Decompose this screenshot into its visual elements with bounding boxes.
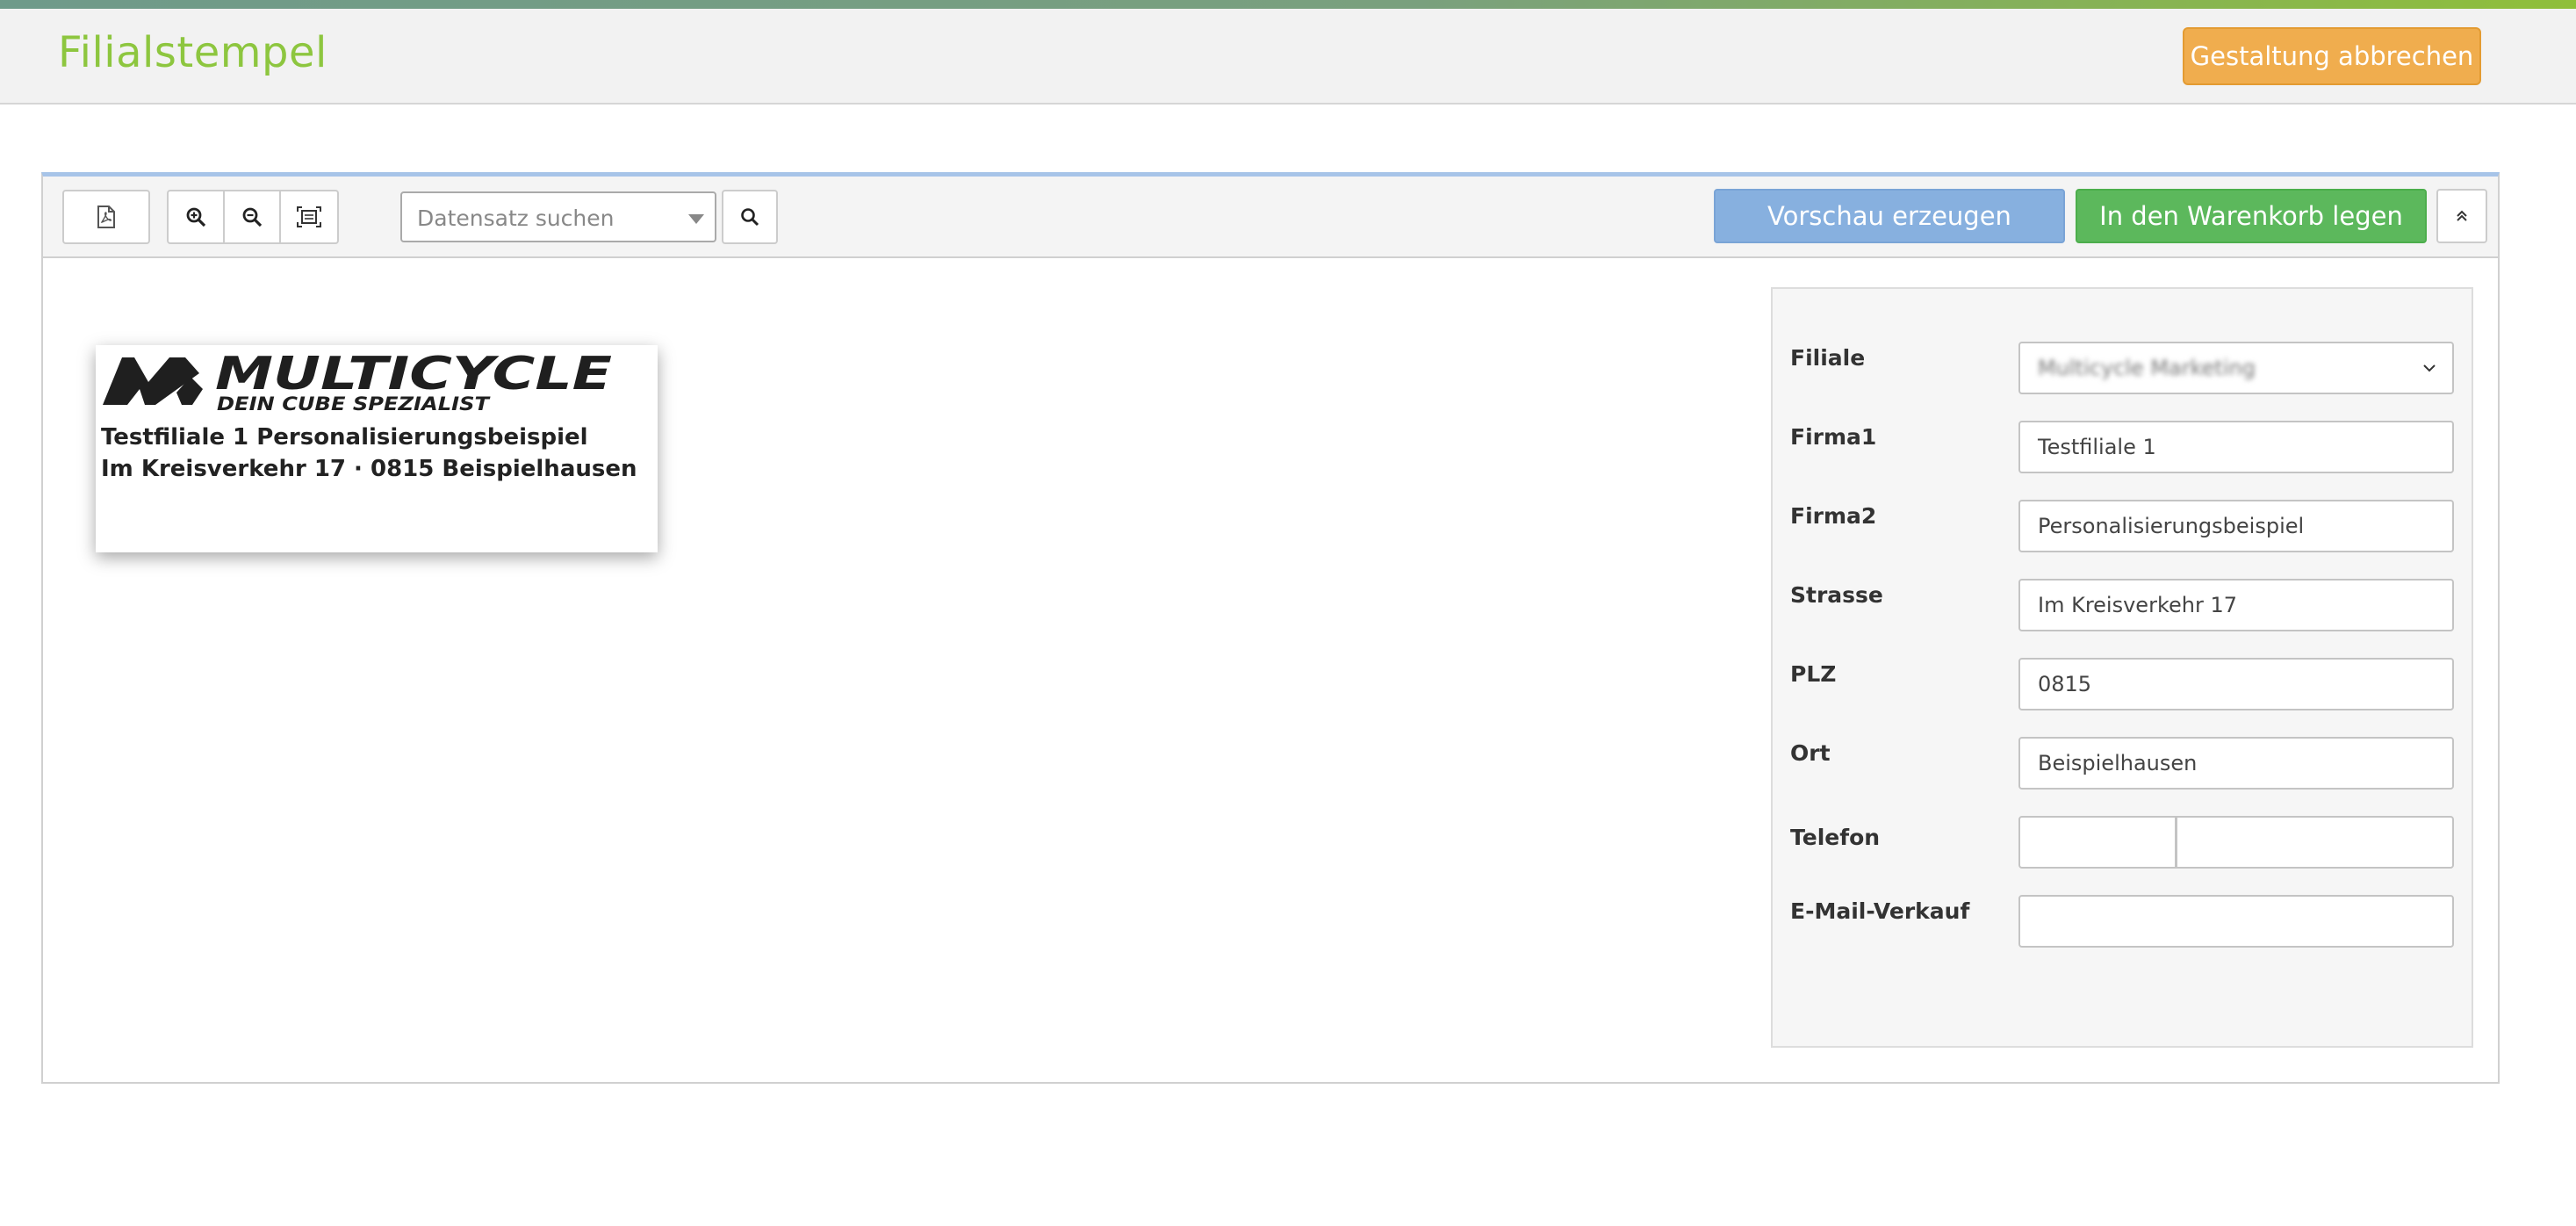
collapse-toolbar-button[interactable] — [2436, 189, 2487, 243]
telefon-prefix-field[interactable] — [2018, 816, 2177, 869]
form-row-email: E-Mail-Verkauf — [1773, 895, 2472, 951]
pdf-file-icon — [97, 206, 115, 228]
zoom-in-button[interactable] — [167, 190, 225, 244]
caret-down-icon — [688, 214, 704, 224]
filiale-label: Filiale — [1790, 345, 1866, 371]
dataset-search-select[interactable]: Datensatz suchen — [400, 191, 716, 242]
svg-text:DEIN CUBE SPEZIALIST: DEIN CUBE SPEZIALIST — [217, 393, 491, 414]
cancel-design-button[interactable]: Gestaltung abbrechen — [2183, 27, 2481, 85]
email-field[interactable] — [2018, 895, 2454, 948]
telefon-label: Telefon — [1790, 825, 1881, 850]
strasse-field[interactable]: Im Kreisverkehr 17 — [2018, 579, 2454, 631]
form-row-filiale: Filiale Multicycle Marketing — [1773, 342, 2472, 398]
zoom-out-button[interactable] — [223, 190, 281, 244]
firma2-label: Firma2 — [1790, 503, 1877, 529]
form-row-ort: Ort Beispielhausen — [1773, 737, 2472, 793]
chevron-down-icon — [2423, 364, 2436, 372]
filiale-select[interactable]: Multicycle Marketing — [2018, 342, 2454, 394]
zoom-in-icon — [186, 207, 206, 227]
firma2-field[interactable]: Personalisierungsbeispiel — [2018, 500, 2454, 552]
strasse-label: Strasse — [1790, 582, 1883, 608]
stamp-preview: MULTICYCLE DEIN CUBE SPEZIALIST Testfili… — [96, 345, 658, 552]
page-title: Filialstempel — [58, 28, 327, 77]
search-icon — [741, 208, 759, 227]
editor-toolbar: Datensatz suchen Vorschau erzeugen In de… — [43, 177, 2498, 258]
firma1-field[interactable]: Testfiliale 1 — [2018, 421, 2454, 473]
add-to-cart-button[interactable]: In den Warenkorb legen — [2076, 189, 2427, 243]
top-accent-bar — [0, 0, 2576, 9]
pdf-button[interactable] — [62, 190, 150, 244]
fit-page-button[interactable] — [279, 190, 339, 244]
filiale-selected-value: Multicycle Marketing — [2038, 356, 2256, 380]
chevron-double-up-icon — [2457, 210, 2467, 221]
stamp-address-line: Im Kreisverkehr 17 · 0815 Beispielhausen — [101, 456, 637, 482]
ort-field[interactable]: Beispielhausen — [2018, 737, 2454, 790]
generate-preview-button[interactable]: Vorschau erzeugen — [1714, 189, 2065, 243]
fit-page-icon — [297, 206, 321, 227]
dataset-search-button[interactable] — [722, 190, 778, 244]
form-row-firma1: Firma1 Testfiliale 1 — [1773, 421, 2472, 477]
zoom-out-icon — [242, 207, 263, 227]
form-row-strasse: Strasse Im Kreisverkehr 17 — [1773, 579, 2472, 635]
dataset-search-placeholder: Datensatz suchen — [417, 206, 615, 231]
form-row-plz: PLZ 0815 — [1773, 658, 2472, 714]
telefon-number-field[interactable] — [2176, 816, 2454, 869]
firma1-label: Firma1 — [1790, 424, 1877, 450]
stamp-data-form: Filiale Multicycle Marketing Firma1 Test… — [1771, 287, 2473, 1048]
stamp-company-line: Testfiliale 1 Personalisierungsbeispiel — [101, 424, 588, 451]
page-header: Filialstempel Gestaltung abbrechen — [0, 9, 2576, 105]
form-row-firma2: Firma2 Personalisierungsbeispiel — [1773, 500, 2472, 556]
plz-label: PLZ — [1790, 661, 1837, 687]
plz-field[interactable]: 0815 — [2018, 658, 2454, 710]
stamp-editor: Datensatz suchen Vorschau erzeugen In de… — [41, 172, 2500, 1084]
multicycle-logo: MULTICYCLE DEIN CUBE SPEZIALIST — [103, 350, 612, 414]
form-row-telefon: Telefon — [1773, 816, 2472, 872]
email-label: E-Mail-Verkauf — [1790, 898, 1970, 924]
ort-label: Ort — [1790, 740, 1831, 766]
